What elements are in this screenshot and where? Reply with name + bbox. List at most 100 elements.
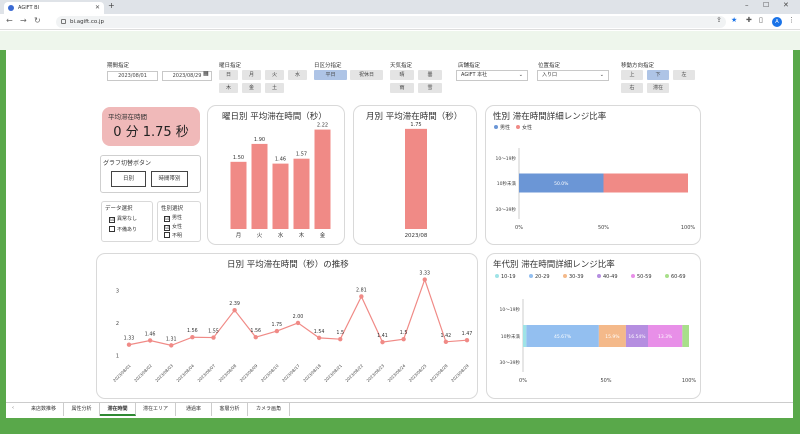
tick-label: 火	[257, 233, 263, 239]
tick-label: 0%	[515, 225, 523, 231]
back-icon[interactable]: ←	[6, 16, 13, 25]
browser-tab[interactable]: AGIFT BI ✕	[4, 2, 104, 14]
legend-marker	[631, 274, 635, 278]
direction-stay[interactable]: 滞在	[647, 83, 669, 93]
address-bar-row: ← → ↻ bi.agift.co.jp ⇪ ★ ✚ ▯ ⋮	[0, 14, 800, 30]
data-ok-checkbox[interactable]: ☑ 異常なし	[109, 215, 137, 223]
legend-marker	[495, 274, 499, 278]
weekday-sat[interactable]: 土	[265, 83, 284, 93]
data-point	[295, 320, 301, 326]
legend-marker	[516, 125, 520, 129]
data-label: 1.55	[208, 329, 219, 335]
sheet-tab-segment[interactable]: 客層分析	[212, 403, 248, 416]
direction-right[interactable]: 右	[621, 83, 643, 93]
checkbox-label: 女性	[172, 224, 183, 230]
data-label: 15.9%	[605, 334, 620, 340]
bar	[405, 128, 427, 229]
tick-label: 30〜39秒	[496, 206, 517, 213]
gender-male-checkbox[interactable]: ☑ 男性	[164, 214, 182, 222]
tick-label: 2023/08	[405, 233, 428, 239]
data-point	[338, 336, 343, 342]
weather-sunny[interactable]: 晴	[390, 70, 414, 80]
menu-icon[interactable]: ⋮	[788, 16, 795, 24]
share-icon[interactable]: ⇪	[716, 16, 722, 24]
gender-unknown-checkbox[interactable]: 不明	[164, 232, 182, 239]
extensions-icon[interactable]: ✚	[746, 16, 752, 24]
data-point	[232, 307, 237, 313]
bookmark-star-icon[interactable]: ★	[731, 16, 737, 24]
daily-button[interactable]: 日別	[111, 171, 146, 187]
data-label: 1.5	[400, 330, 408, 336]
period-label: 期間指定	[107, 63, 130, 69]
tick-label: 2023/08/24	[386, 363, 406, 383]
weather-label: 天気指定	[390, 63, 413, 69]
maximize-icon[interactable]: ☐	[763, 1, 769, 9]
bar	[230, 161, 247, 229]
legend-marker	[563, 274, 567, 278]
weekday-chart-panel: 曜日別 平均滞在時間（秒） 1.50 月 1.90 火 1.46 水 1.57 木 2.22 金	[207, 105, 345, 245]
tick-label: 2	[116, 321, 119, 327]
sheet-tab-stay-time[interactable]: 滞在時間	[100, 403, 136, 416]
weekday-tue[interactable]: 火	[265, 70, 284, 80]
weekday-sun[interactable]: 日	[219, 70, 238, 80]
sidepanel-icon[interactable]: ▯	[759, 16, 763, 24]
sheet-tab-camera[interactable]: カメラ画角	[248, 403, 290, 416]
chevron-left-icon[interactable]: ‹	[12, 405, 14, 411]
legend-label: 30-39	[569, 274, 584, 280]
hourly-button[interactable]: 時間帯別	[151, 171, 188, 187]
tick-label: 2023/08/08	[217, 363, 237, 383]
tick-label: 2023/08/10	[260, 363, 280, 383]
data-point	[359, 294, 364, 299]
chevron-down-icon: ⌄	[518, 72, 523, 78]
calendar-icon[interactable]: ▦	[203, 70, 209, 77]
weekday-thu[interactable]: 木	[219, 83, 238, 93]
direction-up[interactable]: 上	[621, 70, 643, 80]
store-select[interactable]: AGIFT 本社 ⌄	[456, 70, 528, 81]
minimize-icon[interactable]: –	[745, 1, 749, 9]
legend-label: 男性	[500, 124, 510, 131]
checkbox-icon	[109, 226, 115, 232]
data-select-title: データ選択	[105, 206, 133, 212]
weather-rain[interactable]: 雨	[390, 83, 414, 93]
bar	[272, 163, 289, 229]
data-label: 1.46	[145, 331, 156, 337]
weekday-wed[interactable]: 水	[288, 70, 307, 80]
kpi-card: 平均滞在時間 0 分 1.75 秒	[102, 107, 200, 146]
forward-icon[interactable]: →	[20, 16, 27, 25]
weather-cloudy[interactable]: 曇	[418, 70, 442, 80]
date-from-field[interactable]: 2023/08/01	[107, 71, 158, 81]
tick-label: 30〜39秒	[500, 359, 521, 366]
weekday-mon[interactable]: 月	[242, 70, 261, 80]
tick-label: 50%	[598, 225, 609, 231]
tick-label: 10〜19秒	[500, 306, 521, 313]
weekday-fri[interactable]: 金	[242, 83, 261, 93]
legend-marker	[665, 274, 669, 278]
position-select[interactable]: 入り口 ⌄	[537, 70, 609, 81]
reload-icon[interactable]: ↻	[34, 16, 41, 25]
data-label: 1.41	[377, 333, 388, 339]
url-field[interactable]: bi.agift.co.jp	[56, 16, 726, 28]
sheet-tab-attributes[interactable]: 属性分析	[64, 403, 100, 416]
gender-female-checkbox[interactable]: ☑ 女性	[164, 223, 182, 231]
sheet-tab-stay-area[interactable]: 滞在エリア	[136, 403, 176, 416]
data-label: 1.50	[233, 155, 244, 161]
sheet-tab-visits[interactable]: 来店数推移	[24, 403, 64, 416]
direction-left[interactable]: 左	[673, 70, 695, 80]
data-label: 1.54	[314, 329, 325, 335]
new-tab-icon[interactable]: +	[108, 1, 115, 10]
weather-snow[interactable]: 雪	[418, 83, 442, 93]
tick-label: 2023/08/01	[112, 363, 132, 383]
tick-label: 0%	[519, 378, 527, 384]
daytype-weekday[interactable]: 平日	[314, 70, 347, 80]
data-label: 1.5	[336, 330, 344, 336]
sheet-tab-pass-rate[interactable]: 通過率	[176, 403, 212, 416]
avatar[interactable]: A	[772, 17, 782, 27]
data-label: 2.81	[356, 287, 367, 293]
tick-label: 2023/08/04	[175, 363, 195, 383]
daytype-holiday[interactable]: 祝休日	[350, 70, 383, 80]
close-tab-icon[interactable]: ✕	[95, 2, 100, 14]
direction-down[interactable]: 下	[647, 70, 669, 80]
close-window-icon[interactable]: ✕	[783, 1, 789, 9]
data-label: 1.42	[441, 333, 452, 339]
data-defect-checkbox[interactable]: 不備あり	[109, 226, 137, 233]
